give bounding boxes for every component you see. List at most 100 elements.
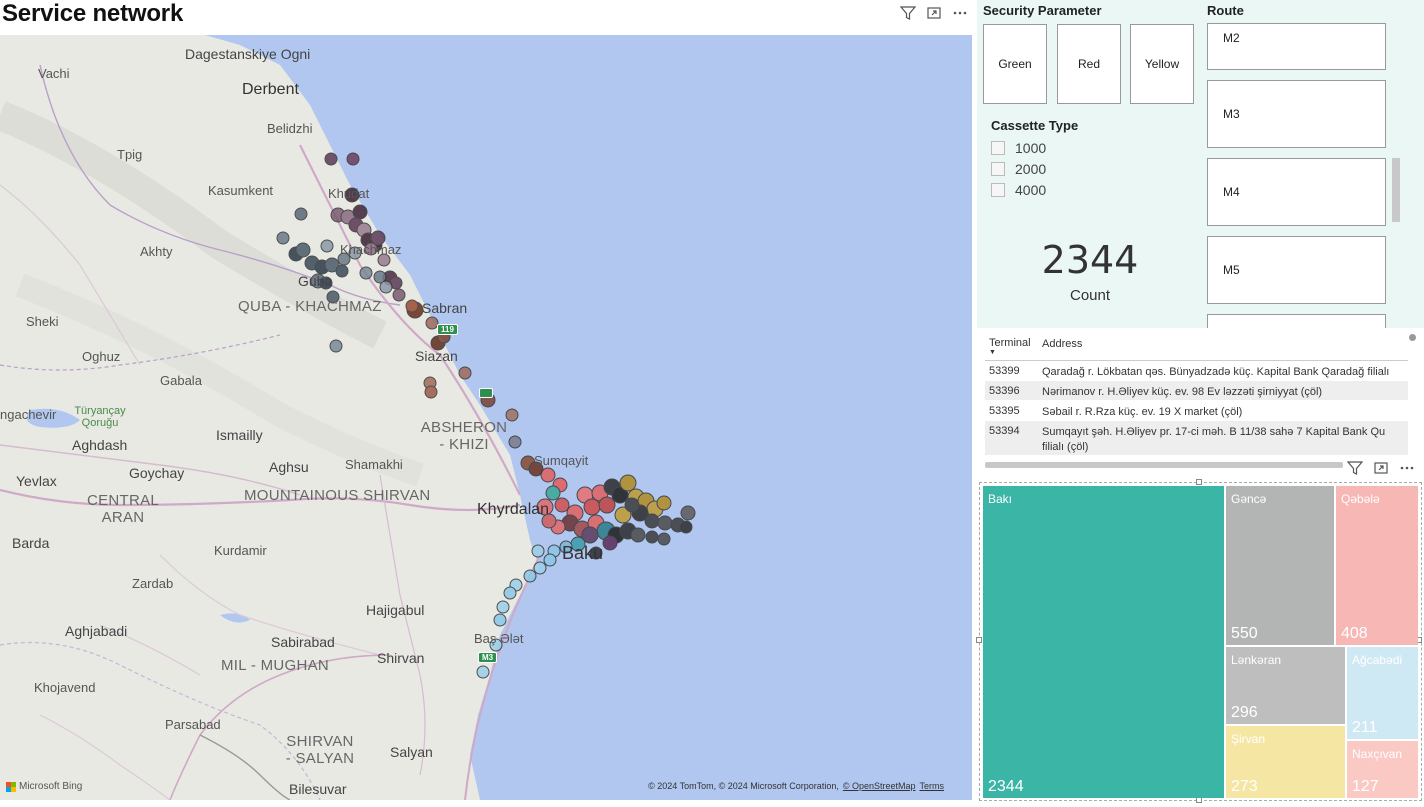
count-card-label: Count: [1069, 287, 1111, 304]
terminal-table: Terminal Address 53399 Qaradağ r. Lökbat…: [985, 335, 1408, 457]
treemap-cell-naxcivan[interactable]: Naxçıvan 127: [1347, 741, 1418, 798]
map-label-sumqayit: Sumqayit: [534, 453, 589, 468]
security-yellow-button[interactable]: Yellow: [1130, 24, 1194, 104]
map-label-khojavend: Khojavend: [34, 680, 96, 695]
address-column-header[interactable]: Address: [1042, 337, 1408, 360]
checkbox[interactable]: [991, 162, 1005, 176]
cassette-option-2000[interactable]: 2000: [991, 161, 1046, 177]
map-label-belidzhi: Belidzhi: [267, 121, 313, 136]
map-visual-header: [899, 4, 969, 22]
focus-mode-icon[interactable]: [1372, 459, 1390, 477]
map-label-absheron: ABSHERON - KHIZI: [420, 419, 508, 453]
map-label-shirvan-salyan: SHIRVAN - SALYAN: [285, 733, 355, 767]
map-label-aghsu: Aghsu: [269, 459, 309, 475]
map-attribution: © 2024 TomTom, © 2024 Microsoft Corporat…: [648, 781, 944, 791]
map-label-basbalat: Baş Ələt: [474, 631, 524, 646]
route-scrollbar[interactable]: [1392, 158, 1400, 222]
resize-handle[interactable]: [976, 637, 982, 643]
road-shield-m3: M3: [478, 652, 498, 663]
treemap-cell-sirvan[interactable]: Şirvan 273: [1226, 726, 1345, 798]
map-label-khyrdalan: Khyrdalan: [477, 501, 550, 518]
more-options-icon[interactable]: [951, 4, 969, 22]
checkbox[interactable]: [991, 141, 1005, 155]
route-item-m3[interactable]: M3: [1207, 80, 1386, 148]
map-label-tpig: Tpig: [117, 147, 143, 162]
route-item-partial[interactable]: [1207, 314, 1386, 328]
table-row[interactable]: 53395 Səbail r. R.Rza küç. ev. 19 X mark…: [985, 401, 1408, 421]
more-options-icon[interactable]: [1398, 459, 1416, 477]
map-label-aghjabadi: Aghjabadi: [65, 623, 128, 639]
map-canvas: [0, 35, 972, 800]
map-label-sabirabad: Sabirabad: [271, 634, 335, 650]
map-label-mountainous-shirvan: MOUNTAINOUS SHIRVAN: [244, 487, 431, 504]
resize-handle[interactable]: [1196, 479, 1202, 485]
treemap-cell-baki[interactable]: Bakı 2344: [983, 486, 1224, 798]
cassette-option-1000[interactable]: 1000: [991, 140, 1046, 156]
table-horizontal-scrollbar[interactable]: [985, 462, 1343, 468]
checkbox[interactable]: [991, 183, 1005, 197]
page-title: Service network: [2, 0, 184, 27]
microsoft-logo-icon: [6, 781, 16, 792]
map-label-kasumkent: Kasumkent: [208, 183, 274, 198]
security-parameter-title: Security Parameter: [983, 3, 1102, 18]
treemap-cell-lenkeran[interactable]: Lənkəran 296: [1226, 647, 1345, 724]
map-label-shirvan: Shirvan: [377, 650, 425, 666]
map-label-turyancay: Türyançay Qoruğu: [74, 405, 126, 429]
map-label-khachmaz: Khachmaz: [340, 242, 402, 257]
map-label-baku: Baku: [562, 543, 604, 563]
map-label-sabran: Sabran: [422, 300, 468, 316]
map-label-derbent: Derbent: [242, 81, 299, 98]
map-label-gabala: Gabala: [160, 373, 202, 388]
table-row[interactable]: 53394 Sumqayıt şəh. H.Əliyev pr. 17-ci m…: [985, 421, 1408, 456]
route-item-m4[interactable]: M4: [1207, 158, 1386, 226]
security-red-button[interactable]: Red: [1057, 24, 1121, 104]
table-row[interactable]: 53396 Nərimanov r. H.Əliyev küç. ev. 98 …: [985, 381, 1408, 401]
table-row[interactable]: 53399 Qaradağ r. Lökbatan qəs. Bünyadzad…: [985, 361, 1408, 381]
map-label-aghdash: Aghdash: [72, 437, 128, 453]
osm-link[interactable]: © OpenStreetMap: [843, 781, 916, 791]
map-label-sheki: Sheki: [26, 314, 59, 329]
map-label-vachi: Vachi: [38, 66, 70, 81]
table-handle-icon[interactable]: [1409, 334, 1416, 341]
map-label-hajigabul: Hajigabul: [366, 602, 425, 618]
map-label-khudat: Khudat: [328, 186, 370, 201]
cassette-option-4000[interactable]: 4000: [991, 182, 1046, 198]
road-shield-119: 119: [437, 324, 458, 335]
security-green-button[interactable]: Green: [983, 24, 1047, 104]
map-label-salyan: Salyan: [390, 744, 433, 760]
map-label-central-aran: CENTRAL ARAN: [86, 492, 160, 526]
sort-descending-icon[interactable]: ▼: [989, 349, 996, 356]
map-label-ismailly: Ismailly: [216, 427, 263, 443]
route-item-m5[interactable]: M5: [1207, 236, 1386, 304]
map-label-goychay: Goychay: [129, 465, 185, 481]
treemap-cell-qebele[interactable]: Qəbələ 408: [1336, 486, 1418, 645]
filter-icon[interactable]: [899, 4, 917, 22]
map-label-siazan: Siazan: [415, 348, 458, 364]
cassette-type-title: Cassette Type: [991, 118, 1079, 133]
bing-logo: Microsoft Bing: [6, 781, 82, 792]
treemap-cell-gence[interactable]: Gəncə 550: [1226, 486, 1334, 645]
filter-icon[interactable]: [1346, 459, 1364, 477]
map-label-akhty: Akhty: [140, 244, 173, 259]
map-label-kurdamir: Kurdamir: [214, 543, 267, 558]
map-label-oghuz: Oghuz: [82, 349, 121, 364]
map-label-zardab: Zardab: [132, 576, 174, 591]
map-label-parsabad: Parsabad: [165, 717, 221, 732]
treemap-cell-agcabedi[interactable]: Ağcabədi 211: [1347, 647, 1418, 739]
road-shield-plain: [479, 388, 493, 398]
focus-mode-icon[interactable]: [925, 4, 943, 22]
map-label-barda: Barda: [12, 535, 50, 551]
map-label-shamakhi: Shamakhi: [345, 457, 403, 472]
map-label-mil-mughan: MIL - MUGHAN: [221, 657, 330, 674]
map-label-dagestanskiye: Dagestanskiye Ogni: [185, 46, 311, 62]
table-body: 53399 Qaradağ r. Lökbatan qəs. Bünyadzad…: [985, 361, 1408, 456]
table-header: Terminal Address: [985, 335, 1408, 361]
treemap-visual-header: [1346, 459, 1416, 477]
map-label-mingachevir: ngachevir: [0, 407, 57, 422]
route-title: Route: [1207, 3, 1244, 18]
map-label-quba-region: QUBA - KHACHMAZ: [238, 298, 382, 315]
map-label-yevlax: Yevlax: [16, 473, 57, 489]
route-item-m2[interactable]: M2: [1207, 23, 1386, 70]
terms-link[interactable]: Terms: [920, 781, 945, 791]
service-network-map[interactable]: Dagestanskiye Ogni Vachi Derbent Belidzh…: [0, 35, 972, 800]
